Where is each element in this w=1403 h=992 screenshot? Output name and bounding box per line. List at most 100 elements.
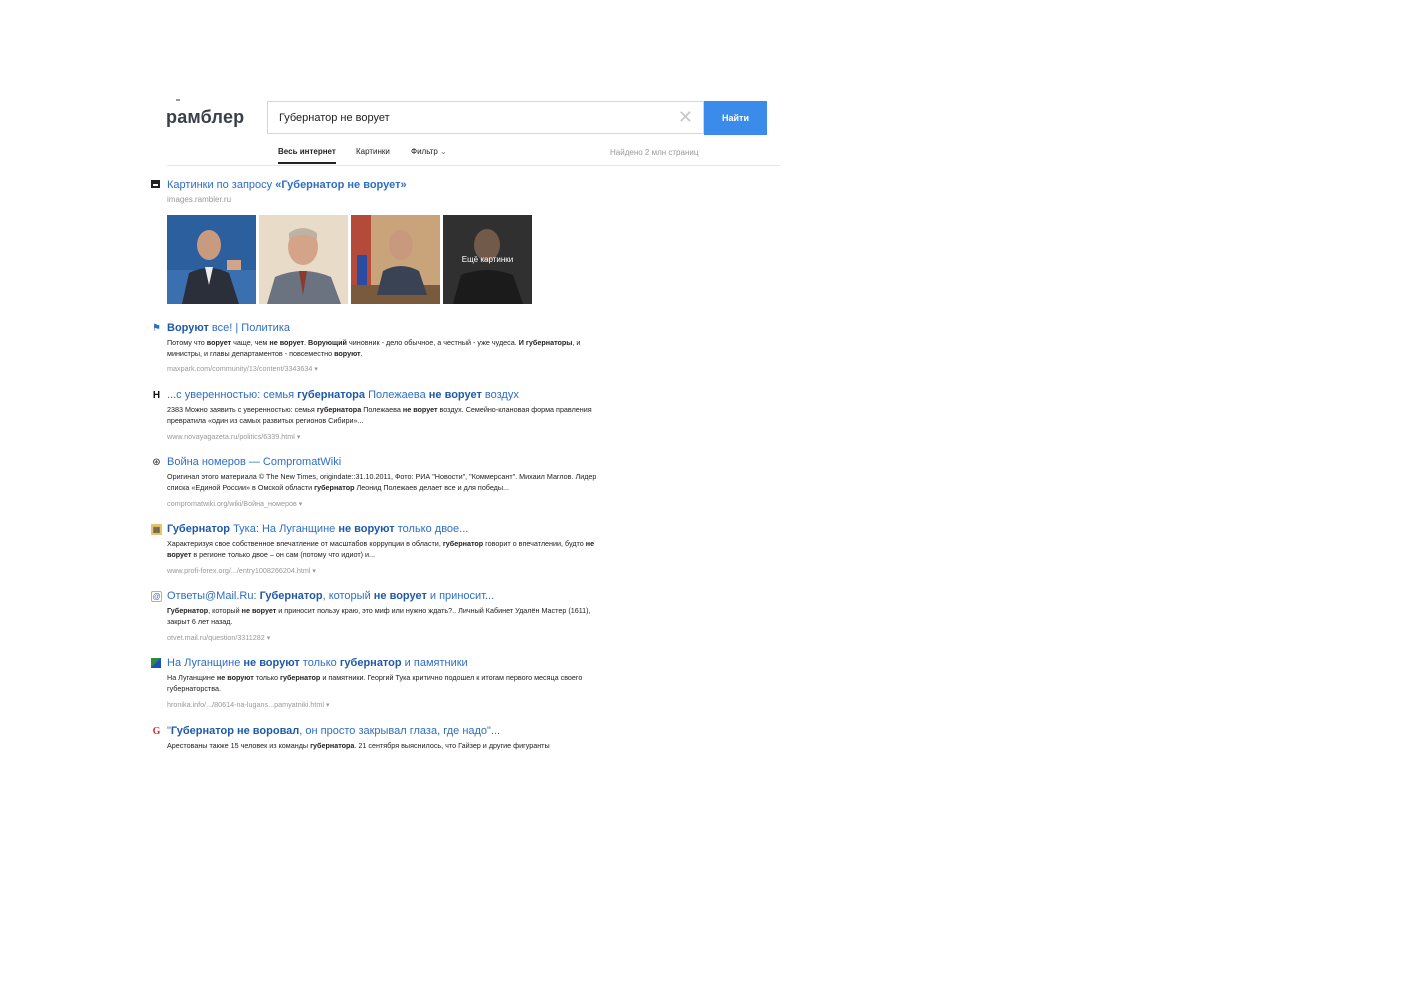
rambler-logo[interactable]: рамблер [166, 107, 244, 128]
more-images-thumbnail[interactable]: Ещё картинки [443, 215, 532, 304]
highlighted-term: Ворующий [308, 338, 347, 347]
highlighted-term: воруют [334, 349, 361, 358]
result-url[interactable]: otvet.mail.ru/question/3311282 ▾ [167, 633, 270, 642]
result-url[interactable]: compromatwiki.org/wiki/Война_номеров ▾ [167, 499, 302, 508]
highlighted-term: Губернатор не воровал [170, 725, 300, 737]
text-segment: ...с уверенностью: семья [167, 389, 298, 401]
result-title[interactable]: "Губернатор не воровал, он просто закрыв… [167, 725, 500, 737]
result-title[interactable]: ...с уверенностью: семья губернатора Пол… [167, 389, 519, 401]
highlighted-term: губернатор [314, 483, 355, 492]
highlighted-term: Губернатор [167, 606, 209, 615]
search-button[interactable]: Найти [704, 101, 767, 135]
highlighted-term: не ворует [402, 405, 438, 414]
result-snippet: На Луганщине не воруют только губернатор… [167, 672, 597, 694]
header-divider [167, 165, 780, 166]
text-segment: . 21 сентября выяснилось, что Гайзер и д… [354, 741, 550, 750]
result-snippet: Оригинал этого материала © The New Times… [167, 471, 597, 493]
highlighted-term: губернатора [310, 741, 355, 750]
images-title-prefix: Картинки по запросу [167, 179, 276, 191]
tab-filter-label: Фильтр [411, 147, 438, 156]
text-segment: Ответы@Mail.Ru: [167, 590, 260, 602]
image-thumbnail[interactable] [351, 215, 440, 304]
text-segment: , который [208, 606, 242, 615]
text-segment: все! | Политика [208, 322, 290, 334]
result-snippet: 2383 Можно заявить с уверенностью: семья… [167, 404, 597, 426]
result-title[interactable]: Губернатор Тука: На Луганщине не воруют … [167, 523, 468, 535]
highlighted-term: губернатор [442, 539, 484, 548]
result-title[interactable]: На Луганщине не воруют только губернатор… [167, 657, 468, 669]
forex-icon: ▦ [151, 524, 162, 535]
highlighted-term: Воруют [167, 322, 209, 334]
hronika-icon [151, 658, 161, 668]
tab-all-internet[interactable]: Весь интернет [278, 147, 336, 164]
text-segment: Полежаева [365, 389, 429, 401]
text-segment: , он просто закрывал глаза, где надо"... [299, 725, 501, 737]
image-thumbnail[interactable] [259, 215, 348, 304]
text-segment: воздух [481, 389, 519, 401]
text-segment: 2383 Можно заявить с уверенностью: семья [167, 405, 317, 414]
highlighted-term: Губернатор [167, 523, 231, 535]
tab-filter[interactable]: Фильтр ⌄ [411, 147, 447, 156]
text-segment: Характеризуя свое собственное впечатлени… [167, 539, 443, 548]
highlighted-term: не ворует [428, 389, 482, 401]
search-box[interactable]: ✕ [267, 101, 704, 134]
result-url[interactable]: www.profi-forex.org/.../entry1008266204.… [167, 566, 316, 575]
result-snippet: Арестованы также 15 человек из команды г… [167, 740, 597, 751]
highlighted-term: губернатора [316, 405, 362, 414]
result-snippet: Потому что ворует чаще, чем не ворует. В… [167, 337, 597, 359]
text-segment: говорит о впечатлении, будто [483, 539, 586, 548]
image-thumbnail[interactable] [167, 215, 256, 304]
tab-images[interactable]: Картинки [356, 147, 390, 156]
text-segment: и памятники [401, 657, 468, 669]
text-segment: Леонид Полежаев делает все и для победы.… [354, 483, 510, 492]
text-segment: Арестованы также 15 человек из команды [167, 741, 311, 750]
chevron-down-icon: ⌄ [440, 147, 447, 156]
result-title[interactable]: Воруют все! | Политика [167, 322, 290, 334]
text-segment: , который [322, 590, 374, 602]
text-segment: чиновник - дело обычное, а честный - уже… [346, 338, 519, 347]
highlighted-term: не воруют [243, 657, 300, 669]
text-segment: Тука: На Луганщине [230, 523, 339, 535]
text-segment: На Луганщине [167, 657, 244, 669]
political-icon: ⚑ [152, 323, 161, 334]
mail-answers-icon: @ [151, 591, 162, 602]
text-segment: только двое... [394, 523, 469, 535]
highlighted-term: не воруют [216, 673, 254, 682]
text-segment: только [253, 673, 280, 682]
text-segment: Потому что [167, 338, 207, 347]
search-input[interactable] [277, 111, 671, 125]
images-title-link[interactable]: Картинки по запросу «Губернатор не воруе… [167, 179, 407, 191]
highlighted-term: не ворует [373, 590, 427, 602]
highlighted-term: Губернатор [259, 590, 323, 602]
image-icon [151, 180, 160, 188]
logo-accent [176, 99, 180, 101]
g-news-icon: G [152, 726, 161, 737]
highlighted-term: губернатор [279, 673, 321, 682]
text-segment: Полежаева [361, 405, 403, 414]
text-segment: чаще, чем [231, 338, 270, 347]
text-segment: в регионе только двое – он сам (потому ч… [191, 550, 376, 559]
highlighted-term: И губернаторы [518, 338, 573, 347]
result-url[interactable]: www.novayagazeta.ru/politics/6339.html ▾ [167, 432, 300, 441]
close-icon[interactable]: ✕ [678, 108, 693, 126]
result-url[interactable]: hronika.info/.../80614-na-lugans...pamya… [167, 700, 330, 709]
result-snippet: Характеризуя свое собственное впечатлени… [167, 538, 597, 560]
result-snippet: Губернатор, который не ворует и приносит… [167, 605, 597, 627]
highlighted-term: губернатор [339, 657, 402, 669]
result-title[interactable]: Война номеров — CompromatWiki [167, 456, 341, 468]
highlighted-term: губернатора [297, 389, 366, 401]
highlighted-term: не ворует [241, 606, 277, 615]
more-images-label: Ещё картинки [443, 215, 532, 304]
text-segment: и приносит... [426, 590, 495, 602]
text-segment: . [360, 349, 363, 358]
highlighted-term: не воруют [338, 523, 395, 535]
compromat-icon: ⊛ [152, 457, 161, 468]
text-segment: только [299, 657, 340, 669]
images-source: images.rambler.ru [167, 195, 232, 204]
text-segment: Война номеров — CompromatWiki [167, 456, 342, 468]
results-count: Найдено 2 млн страниц [610, 148, 699, 157]
result-title[interactable]: Ответы@Mail.Ru: Губернатор, который не в… [167, 590, 494, 602]
images-title-query: «Губернатор не ворует» [275, 179, 407, 191]
result-url[interactable]: maxpark.com/community/13/content/3343634… [167, 364, 318, 373]
highlighted-term: не ворует [269, 338, 305, 347]
